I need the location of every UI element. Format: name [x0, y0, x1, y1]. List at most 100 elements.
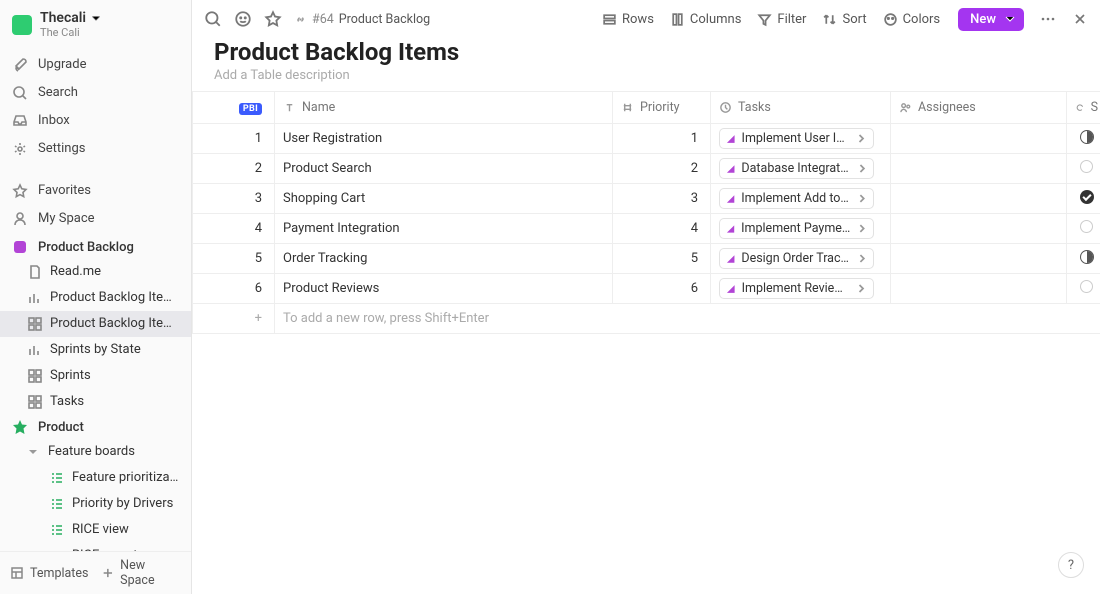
- cell-assignees[interactable]: [891, 244, 1067, 274]
- cell-tasks[interactable]: Implement User Int…: [711, 124, 891, 154]
- cell-name[interactable]: Product Search: [275, 154, 613, 184]
- nav-myspace[interactable]: My Space: [0, 205, 191, 233]
- more-icon[interactable]: [1040, 11, 1056, 27]
- cell-assignees[interactable]: [891, 274, 1067, 304]
- cell-state[interactable]: [1067, 184, 1100, 214]
- table-row[interactable]: 6Product Reviews6Implement Review …: [193, 274, 1100, 304]
- new-space-button[interactable]: New Space: [102, 558, 181, 588]
- row-index: 1: [193, 124, 275, 154]
- cell-state[interactable]: [1067, 154, 1100, 184]
- task-chip[interactable]: Database Integration: [719, 158, 874, 179]
- task-chip[interactable]: Design Order Tracki…: [719, 248, 874, 269]
- cell-assignees[interactable]: [891, 154, 1067, 184]
- table-row[interactable]: 1User Registration1 Implement User Int…: [193, 124, 1100, 154]
- space-label: Product: [38, 420, 84, 435]
- cell-priority[interactable]: 6: [613, 274, 711, 304]
- templates-button[interactable]: Templates: [10, 566, 88, 581]
- star-icon[interactable]: [264, 10, 282, 28]
- table-row[interactable]: 3Shopping Cart3Implement Add to C…: [193, 184, 1100, 214]
- doc-icon: [28, 265, 42, 279]
- cell-priority[interactable]: 1: [613, 124, 711, 154]
- tree-feature-prioritization[interactable]: Feature prioritiza…: [0, 465, 191, 491]
- nav-inbox[interactable]: Inbox: [0, 107, 191, 135]
- space-product-backlog[interactable]: Product Backlog: [0, 235, 191, 259]
- row-index: 2: [193, 154, 275, 184]
- col-index[interactable]: PBI: [193, 92, 275, 124]
- tree-rice-view[interactable]: RICE view: [0, 517, 191, 543]
- task-chip[interactable]: Implement Add to C…: [719, 188, 874, 209]
- cell-name[interactable]: Shopping Cart: [275, 184, 613, 214]
- close-icon[interactable]: [1072, 11, 1088, 27]
- task-chip[interactable]: Implement Payment…: [719, 218, 874, 239]
- cell-assignees[interactable]: [891, 124, 1067, 154]
- tree-tasks[interactable]: Tasks: [0, 389, 191, 415]
- task-label: Implement Add to C…: [741, 191, 851, 206]
- breadcrumb[interactable]: #64 Product Backlog: [294, 12, 430, 27]
- col-tasks[interactable]: Tasks: [711, 92, 891, 124]
- tree-pbi-table[interactable]: Product Backlog Items: [0, 311, 191, 337]
- col-assignees[interactable]: Assignees: [891, 92, 1067, 124]
- cell-state[interactable]: [1067, 124, 1100, 154]
- table-row[interactable]: 4Payment Integration4Implement Payment…: [193, 214, 1100, 244]
- search-icon: [12, 85, 28, 101]
- tree-readme[interactable]: Read.me: [0, 259, 191, 285]
- cell-assignees[interactable]: [891, 214, 1067, 244]
- add-row[interactable]: +To add a new row, press Shift+Enter: [193, 304, 1100, 334]
- help-button[interactable]: ?: [1058, 552, 1084, 578]
- cell-state[interactable]: [1067, 244, 1100, 274]
- table-row[interactable]: 2Product Search2 Database Integration: [193, 154, 1100, 184]
- col-state[interactable]: S: [1067, 92, 1100, 124]
- task-icon: [726, 194, 735, 204]
- col-priority[interactable]: Priority: [613, 92, 711, 124]
- cell-tasks[interactable]: Implement Payment…: [711, 214, 891, 244]
- sort-button[interactable]: Sort: [818, 8, 870, 31]
- cell-tasks[interactable]: Implement Review …: [711, 274, 891, 304]
- task-label: Database Integration: [741, 161, 850, 176]
- tree-feature-boards[interactable]: Feature boards: [0, 439, 191, 465]
- cell-state[interactable]: [1067, 274, 1100, 304]
- table-row[interactable]: 5Order Tracking5Design Order Tracki…: [193, 244, 1100, 274]
- tree-pbi-chart[interactable]: Product Backlog Item…: [0, 285, 191, 311]
- cell-priority[interactable]: 2: [613, 154, 711, 184]
- tree-priority-drivers[interactable]: Priority by Drivers: [0, 491, 191, 517]
- nav-favorites[interactable]: Favorites: [0, 177, 191, 205]
- rows-button[interactable]: Rows: [598, 8, 658, 31]
- task-chip[interactable]: Implement Review …: [719, 278, 874, 299]
- workspace-switcher[interactable]: Thecali The Cali: [0, 0, 191, 45]
- colors-button[interactable]: Colors: [879, 8, 945, 31]
- columns-button[interactable]: Columns: [666, 8, 746, 31]
- task-chip[interactable]: Implement User Int…: [719, 128, 874, 149]
- tree-sprints[interactable]: Sprints: [0, 363, 191, 389]
- cell-name[interactable]: Product Reviews: [275, 274, 613, 304]
- col-name[interactable]: Name: [275, 92, 613, 124]
- grid-icon: [28, 395, 42, 409]
- nav-upgrade[interactable]: Upgrade: [0, 51, 191, 79]
- search-icon[interactable]: [204, 10, 222, 28]
- tree-sprints-state[interactable]: Sprints by State: [0, 337, 191, 363]
- cell-tasks[interactable]: Design Order Tracki…: [711, 244, 891, 274]
- emoji-icon[interactable]: [234, 10, 252, 28]
- cell-priority[interactable]: 4: [613, 214, 711, 244]
- cell-name[interactable]: User Registration: [275, 124, 613, 154]
- new-button[interactable]: New: [958, 8, 1024, 31]
- nav-search[interactable]: Search: [0, 79, 191, 107]
- cell-assignees[interactable]: [891, 184, 1067, 214]
- filter-button[interactable]: Filter: [753, 8, 810, 31]
- space-icon: [12, 239, 28, 255]
- palette-icon: [883, 12, 898, 27]
- workspace-subtitle: The Cali: [40, 26, 102, 39]
- cell-name[interactable]: Payment Integration: [275, 214, 613, 244]
- tree-rice-report[interactable]: RICE report: [0, 543, 191, 551]
- cell-tasks[interactable]: Implement Add to C…: [711, 184, 891, 214]
- nav-label: Inbox: [38, 111, 70, 131]
- space-product[interactable]: Product: [0, 415, 191, 439]
- cell-name[interactable]: Order Tracking: [275, 244, 613, 274]
- cell-priority[interactable]: 3: [613, 184, 711, 214]
- cell-state[interactable]: [1067, 214, 1100, 244]
- cell-priority[interactable]: 5: [613, 244, 711, 274]
- description-placeholder[interactable]: Add a Table description: [214, 68, 1078, 83]
- task-icon: [726, 284, 736, 294]
- cell-tasks[interactable]: Database Integration: [711, 154, 891, 184]
- workspace-logo-icon: [12, 15, 32, 35]
- nav-settings[interactable]: Settings: [0, 135, 191, 163]
